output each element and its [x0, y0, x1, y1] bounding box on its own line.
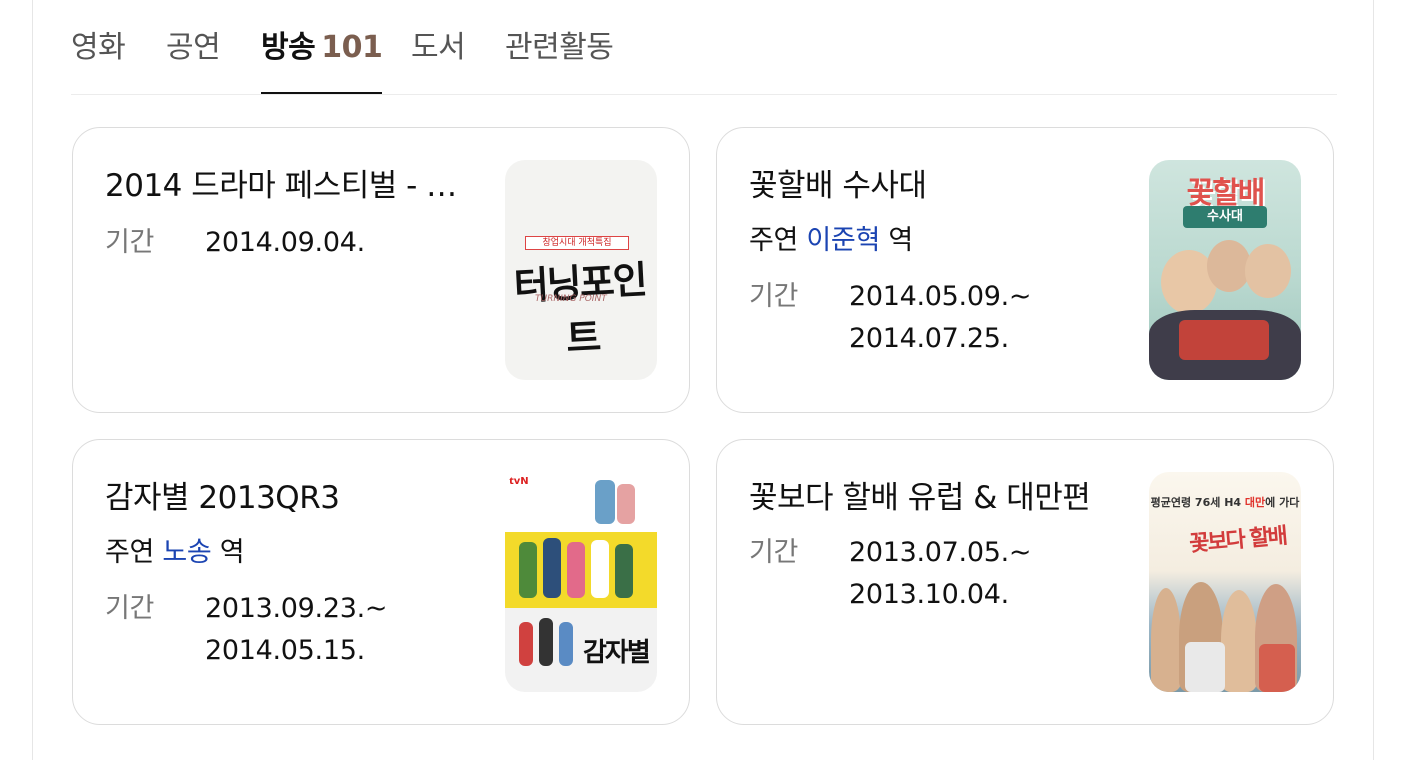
card-title[interactable]: 감자별 2013QR3: [105, 478, 465, 518]
period-line: 2013.09.23.~: [205, 593, 388, 624]
poster-figure: [519, 622, 533, 666]
poster-title: 꽃보다 할배: [1188, 523, 1287, 558]
poster-thumbnail[interactable]: 창업시대 개척특집 터닝포인트 TURNING POINT: [505, 160, 657, 380]
broadcast-card[interactable]: 꽃할배 수사대 주연 이준혁 역 기간 2014.05.09.~ 2014.07…: [716, 127, 1334, 413]
poster-figure: [567, 542, 585, 598]
period-row: 기간 2014.09.04.: [105, 226, 365, 260]
tab-related-activities[interactable]: 관련활동: [505, 26, 614, 94]
poster-header: 평균연령 76세 H4 대만에 가다: [1150, 496, 1300, 509]
period-row: 기간 2014.05.09.~ 2014.07.25.: [749, 280, 1032, 354]
tab-books[interactable]: 도서: [411, 26, 466, 94]
poster-figure: [1185, 642, 1225, 692]
period-line: 2014.07.25.: [849, 323, 1009, 354]
poster-figure: [543, 538, 561, 598]
period-line: 2013.07.05.~: [849, 537, 1032, 568]
role-row: 주연 이준혁 역: [749, 224, 913, 258]
results-panel: 영화 공연 방송 101 도서 관련활동 2014 드라마 페스티벌 - … 기간…: [32, 0, 1374, 760]
poster-thumbnail[interactable]: tvN 감자별: [505, 472, 657, 692]
poster-thumbnail[interactable]: 평균연령 76세 H4 대만에 가다 꽃보다 할배: [1149, 472, 1301, 692]
broadcast-card[interactable]: 감자별 2013QR3 주연 노송 역 기간 2013.09.23.~ 2014…: [72, 439, 690, 725]
poster-figure: [591, 540, 609, 598]
period-label: 기간: [749, 281, 799, 312]
poster-figure: [1179, 320, 1269, 360]
period-row: 기간 2013.07.05.~ 2013.10.04.: [749, 536, 1032, 610]
poster-figure: [1221, 590, 1257, 692]
poster-figure: [519, 542, 537, 598]
tab-broadcast[interactable]: 방송 101: [261, 26, 383, 94]
tab-broadcast-label: 방송: [261, 30, 316, 65]
broadcast-card[interactable]: 2014 드라마 페스티벌 - … 기간 2014.09.04. 창업시대 개척…: [72, 127, 690, 413]
poster-figure: [559, 622, 573, 666]
period-line: 2013.10.04.: [849, 579, 1009, 610]
period-line: 2014.05.09.~: [849, 281, 1032, 312]
poster-tag: 창업시대 개척특집: [525, 236, 629, 250]
broadcast-card[interactable]: 꽃보다 할배 유럽 & 대만편 기간 2013.07.05.~ 2013.10.…: [716, 439, 1334, 725]
poster-subtitle: 수사대: [1183, 206, 1267, 228]
card-title[interactable]: 꽃보다 할배 유럽 & 대만편: [749, 478, 1109, 518]
poster-title: 감자별: [583, 638, 651, 668]
period-label: 기간: [105, 593, 155, 624]
poster-figure: [615, 544, 633, 598]
poster-figure: [617, 484, 635, 524]
tab-movie[interactable]: 영화: [71, 26, 126, 94]
period-label: 기간: [749, 537, 799, 568]
period-row: 기간 2013.09.23.~ 2014.05.15.: [105, 592, 388, 666]
tab-performance[interactable]: 공연: [166, 26, 221, 94]
role-label: 주연: [105, 537, 155, 568]
tab-broadcast-count: 101: [321, 30, 383, 65]
poster-figure: [539, 618, 553, 666]
role-suffix: 역: [888, 225, 913, 256]
category-tabs: 영화 공연 방송 101 도서 관련활동: [71, 0, 1337, 95]
poster-figure: [1245, 244, 1291, 298]
period-label: 기간: [105, 227, 155, 258]
role-label: 주연: [749, 225, 799, 256]
period-line: 2014.05.15.: [205, 635, 365, 666]
poster-subtitle: TURNING POINT: [535, 294, 607, 304]
poster-thumbnail[interactable]: 꽃할배 수사대: [1149, 160, 1301, 380]
actor-link[interactable]: 노송: [162, 537, 211, 568]
card-title[interactable]: 꽃할배 수사대: [749, 166, 1109, 206]
poster-figure: [1259, 644, 1295, 692]
actor-link[interactable]: 이준혁: [806, 225, 880, 256]
poster-figure: [595, 480, 615, 524]
poster-title: 터닝포인트: [512, 257, 647, 361]
role-row: 주연 노송 역: [105, 536, 245, 570]
poster-brand: tvN: [509, 476, 529, 487]
poster-figure: [1151, 588, 1181, 692]
card-title[interactable]: 2014 드라마 페스티벌 - …: [105, 166, 465, 206]
role-suffix: 역: [219, 537, 245, 568]
period-line: 2014.09.04.: [205, 227, 365, 258]
